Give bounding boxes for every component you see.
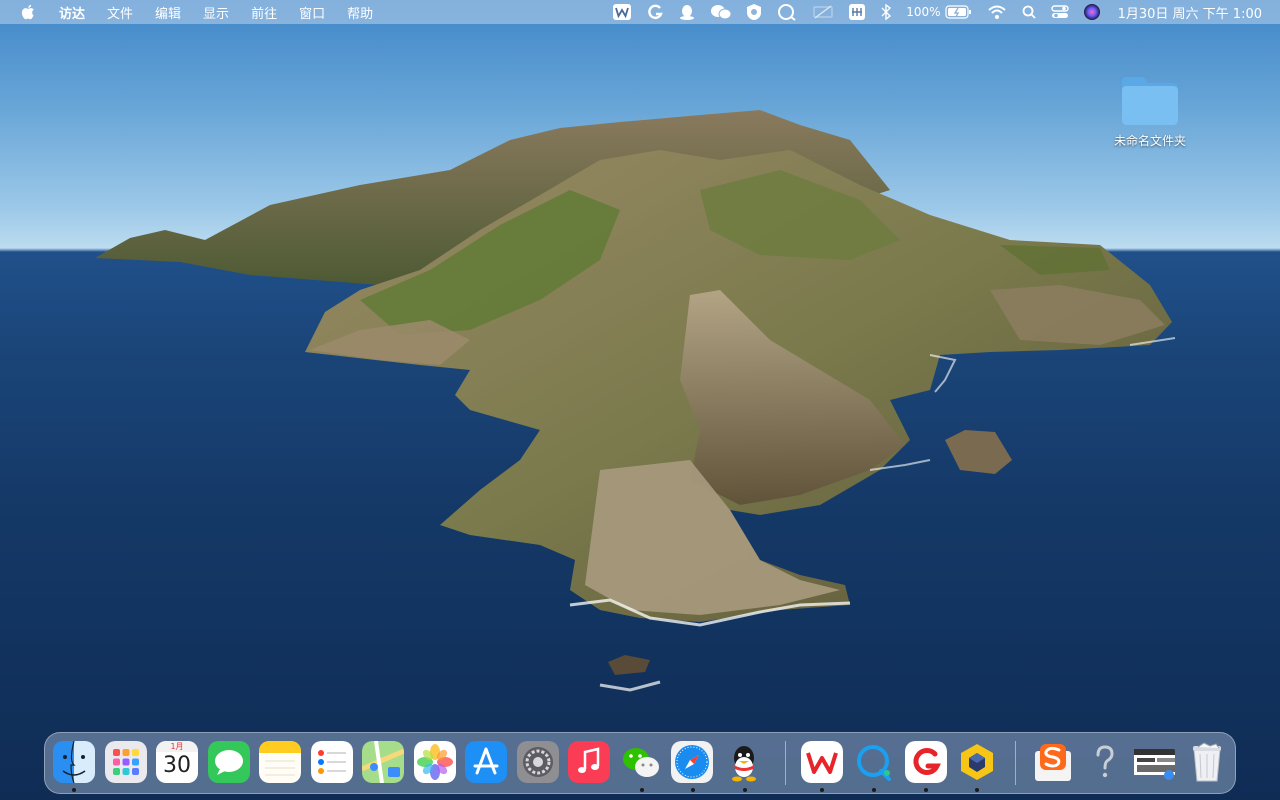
reminders-icon	[311, 741, 353, 783]
wechat-icon[interactable]	[710, 0, 732, 24]
dock-reminders[interactable]	[311, 741, 353, 783]
menu-view[interactable]: 显示	[192, 3, 240, 22]
desktop	[0, 0, 1280, 800]
grammarly-icon[interactable]	[646, 0, 664, 24]
siri-icon[interactable]	[1083, 0, 1101, 24]
trash-icon	[1193, 742, 1221, 782]
menubar-clock[interactable]: 1月30日 周六 下午 1:00	[1118, 3, 1262, 22]
running-indicator	[924, 788, 928, 792]
app-store-icon	[465, 741, 507, 783]
menu-go[interactable]: 前往	[240, 3, 288, 22]
notes-icon	[259, 741, 301, 783]
question-mark-icon	[1096, 745, 1114, 778]
sogou-icon	[1035, 744, 1071, 781]
launchpad-icon	[105, 741, 147, 783]
gear-icon	[517, 741, 559, 783]
running-indicator	[975, 788, 979, 792]
menu-edit[interactable]: 编辑	[144, 3, 192, 22]
running-indicator	[691, 788, 695, 792]
apple-menu-icon[interactable]	[18, 0, 38, 24]
calendar-month: 1月	[156, 741, 198, 752]
dock-notes[interactable]	[259, 741, 301, 783]
search-icon[interactable]	[1021, 0, 1037, 24]
bluetooth-icon[interactable]	[880, 0, 892, 24]
qq-penguin-icon	[732, 746, 756, 782]
qq-browser-icon	[857, 745, 891, 781]
dock-box-app[interactable]	[956, 741, 998, 783]
dock-separator	[1015, 741, 1016, 785]
folder-label: 未命名文件夹	[1113, 134, 1186, 148]
dock: 1月 30	[44, 732, 1236, 794]
menu-help[interactable]: 帮助	[336, 3, 384, 22]
running-indicator	[820, 788, 824, 792]
dock-sogou-pinyin[interactable]	[1032, 741, 1074, 783]
dock-maps[interactable]	[362, 741, 404, 783]
menu-app-finder[interactable]: 访达	[48, 3, 96, 22]
screen-mirror-icon[interactable]	[812, 0, 834, 24]
safari-compass-icon	[671, 741, 713, 783]
chat-bubble-icon[interactable]	[776, 0, 798, 24]
qq-penguin-icon[interactable]	[678, 0, 696, 24]
dock-trash[interactable]	[1186, 741, 1228, 783]
dock-wechat[interactable]	[620, 741, 662, 783]
cube-icon	[961, 744, 993, 780]
running-indicator	[743, 788, 747, 792]
dock-calendar[interactable]: 1月 30	[156, 741, 198, 783]
desktop-folder[interactable]: 未命名文件夹	[1108, 74, 1192, 149]
battery-percent: 100%	[906, 5, 941, 19]
dock-safari[interactable]	[671, 741, 713, 783]
menu-window[interactable]: 窗口	[288, 3, 336, 22]
folder-icon	[1122, 77, 1178, 125]
menu-file[interactable]: 文件	[96, 3, 144, 22]
screenshot-thumbnail-icon	[1134, 749, 1175, 780]
wps-icon	[801, 741, 843, 783]
dock-launchpad[interactable]	[105, 741, 147, 783]
dock-help[interactable]	[1084, 741, 1126, 783]
dock-music[interactable]	[568, 741, 610, 783]
shield-icon[interactable]	[746, 0, 762, 24]
dock-system-preferences[interactable]	[517, 741, 559, 783]
control-center-icon[interactable]	[1050, 0, 1069, 24]
messages-icon	[208, 741, 250, 783]
dock-finder[interactable]	[53, 741, 95, 783]
menu-bar: 访达 文件 编辑 显示 前往 窗口 帮助 100% 1月30日 周六 下午 1:…	[0, 0, 1280, 24]
finder-icon	[53, 741, 95, 783]
running-indicator	[640, 788, 644, 792]
wps-icon[interactable]	[612, 0, 632, 24]
pinyin-input-icon[interactable]	[848, 0, 866, 24]
dock-messages[interactable]	[208, 741, 250, 783]
dock-app-store[interactable]	[465, 741, 507, 783]
wallpaper-catalina-island	[95, 110, 1176, 692]
dock-separator	[785, 741, 786, 785]
dock-screenshot-preview[interactable]	[1133, 741, 1175, 783]
battery-indicator[interactable]: 100%	[906, 0, 972, 24]
grammarly-icon	[905, 741, 947, 783]
music-icon	[568, 741, 610, 783]
dock-grammarly[interactable]	[905, 741, 947, 783]
running-indicator	[872, 788, 876, 792]
calendar-day: 30	[163, 753, 191, 778]
dock-wps[interactable]	[801, 741, 843, 783]
wechat-icon	[623, 748, 659, 777]
maps-icon	[362, 741, 404, 783]
dock-qq[interactable]	[723, 741, 765, 783]
dock-photos[interactable]	[414, 741, 456, 783]
dock-qq-browser[interactable]	[853, 741, 895, 783]
running-indicator	[72, 788, 76, 792]
wifi-icon[interactable]	[987, 0, 1007, 24]
photos-icon	[414, 741, 456, 783]
battery-icon	[944, 5, 971, 19]
